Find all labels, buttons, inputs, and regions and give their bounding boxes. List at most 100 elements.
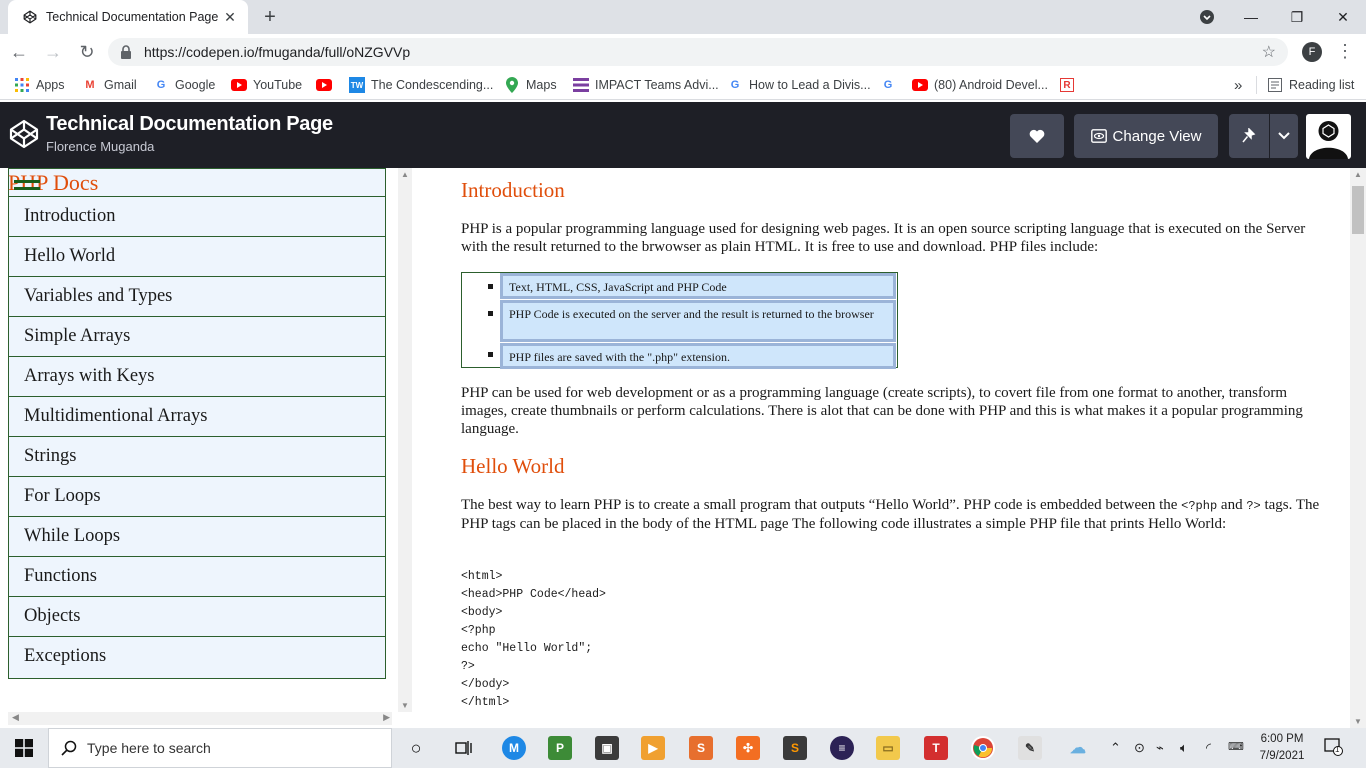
chrome-app-icon[interactable] <box>971 736 995 760</box>
bookmark-youtube[interactable]: YouTube <box>231 76 302 94</box>
new-tab-button[interactable]: + <box>258 6 282 30</box>
nav-link-hello-world[interactable]: Hello World <box>8 236 386 276</box>
volume-icon[interactable]: 🔈︎ <box>1180 740 1188 756</box>
pin-dropdown-button[interactable] <box>1270 114 1298 158</box>
omnibox[interactable]: https://codepen.io/fmuganda/full/oNZGVVp… <box>108 38 1288 66</box>
sidebar-vertical-scrollbar[interactable]: ▲ ▼ <box>398 168 412 712</box>
search-placeholder: Type here to search <box>87 740 211 756</box>
nav-link-functions[interactable]: Functions <box>8 556 386 596</box>
store-app-icon[interactable]: ▣ <box>595 736 619 760</box>
bookmark-lead-division[interactable]: G How to Lead a Divis... <box>727 76 871 94</box>
system-clock[interactable]: 6:00 PM 7/9/2021 <box>1252 731 1312 765</box>
feature-item: PHP files are saved with the ".php" exte… <box>500 343 896 369</box>
profile-avatar[interactable]: F <box>1302 42 1322 62</box>
nav-link-strings[interactable]: Strings <box>8 436 386 476</box>
chevron-down-icon <box>1278 132 1290 140</box>
tray-network-off-icon[interactable]: ⌁ <box>1156 740 1164 756</box>
reload-icon[interactable]: ↻ <box>72 37 102 67</box>
bookmark-star-icon[interactable]: ☆ <box>1262 42 1276 62</box>
scroll-left-arrow-icon[interactable]: ◀ <box>12 712 19 723</box>
codepen-favicon-icon <box>22 9 38 25</box>
bookmark-label: How to Lead a Divis... <box>749 78 871 92</box>
codepen-logo-icon[interactable] <box>8 118 40 150</box>
pycharm-app-icon[interactable]: P <box>548 736 572 760</box>
s-app-icon[interactable]: S <box>689 736 713 760</box>
change-view-button[interactable]: Change View <box>1074 114 1218 158</box>
windows-start-button[interactable] <box>0 728 48 768</box>
nav-link-objects[interactable]: Objects <box>8 596 386 636</box>
nav-list: Introduction Hello World Variables and T… <box>8 196 386 676</box>
tw-icon: TW <box>349 77 365 93</box>
paint-app-icon[interactable]: ✎ <box>1018 736 1042 760</box>
scroll-down-arrow-icon[interactable]: ▼ <box>1354 717 1362 726</box>
close-tab-icon[interactable]: ✕ <box>222 9 238 25</box>
clock-date: 7/9/2021 <box>1259 750 1305 762</box>
bookmark-apps[interactable]: Apps <box>14 76 65 94</box>
bookmark-google-2[interactable]: G <box>880 76 902 94</box>
page-vertical-scrollbar[interactable]: ▲ ▼ <box>1350 168 1366 728</box>
browser-tab[interactable]: Technical Documentation Page ✕ <box>8 0 248 34</box>
bookmark-gmail[interactable]: M Gmail <box>82 76 137 94</box>
nav-link-for-loops[interactable]: For Loops <box>8 476 386 516</box>
tray-overflow-icon[interactable]: ⌃ <box>1110 740 1121 756</box>
teams-app-icon[interactable]: M <box>502 736 526 760</box>
scroll-up-arrow-icon[interactable]: ▲ <box>401 170 409 179</box>
taskbar-search-box[interactable]: Type here to search <box>48 728 392 768</box>
pin-button[interactable] <box>1229 114 1269 158</box>
nav-link-simple-arrays[interactable]: Simple Arrays <box>8 316 386 356</box>
heart-icon <box>1029 129 1045 143</box>
scrollbar-thumb[interactable] <box>1352 186 1364 234</box>
scroll-up-arrow-icon[interactable]: ▲ <box>1354 170 1362 179</box>
scroll-right-arrow-icon[interactable]: ▶ <box>383 712 390 723</box>
bookmark-label: Maps <box>526 78 557 92</box>
reading-list-label: Reading list <box>1289 78 1355 92</box>
user-avatar[interactable] <box>1306 114 1351 159</box>
list-bullet <box>488 352 493 357</box>
chrome-menu-icon[interactable]: ⋮ <box>1336 41 1354 63</box>
file-explorer-icon[interactable]: ▭ <box>876 736 900 760</box>
nav-link-exceptions[interactable]: Exceptions <box>8 636 386 676</box>
bookmark-maps[interactable]: Maps <box>504 76 557 94</box>
scroll-down-arrow-icon[interactable]: ▼ <box>401 701 409 710</box>
cortana-icon[interactable]: ○ <box>404 736 428 760</box>
impact-icon <box>573 77 589 93</box>
xampp-app-icon[interactable]: ✣ <box>736 736 760 760</box>
nav-link-variables-and-types[interactable]: Variables and Types <box>8 276 386 316</box>
nav-link-arrays-with-keys[interactable]: Arrays with Keys <box>8 356 386 396</box>
more-bookmarks-button[interactable]: » <box>1234 76 1242 94</box>
reading-list-button[interactable]: Reading list <box>1256 76 1354 94</box>
weather-icon[interactable]: ☁ <box>1066 736 1090 760</box>
bookmark-label: Gmail <box>104 78 137 92</box>
bookmark-android-devel[interactable]: (80) Android Devel... <box>912 76 1048 94</box>
task-view-icon[interactable] <box>452 736 476 760</box>
pen-author[interactable]: Florence Muganda <box>46 139 154 154</box>
sidebar-horizontal-scrollbar[interactable]: ◀ ▶ <box>8 712 392 725</box>
notification-center-icon[interactable]: 1 <box>1324 738 1344 759</box>
tab-search-icon[interactable] <box>1184 0 1230 34</box>
code-line: <head>PHP Code</head> <box>461 588 606 601</box>
bookmark-google[interactable]: G Google <box>153 76 216 94</box>
wifi-icon[interactable]: ◜ <box>1206 740 1211 756</box>
input-method-icon[interactable]: ⌨ <box>1228 740 1244 753</box>
feature-item: PHP Code is executed on the server and t… <box>500 300 896 342</box>
nav-link-while-loops[interactable]: While Loops <box>8 516 386 556</box>
bookmark-impact[interactable]: IMPACT Teams Advi... <box>573 76 719 94</box>
nav-link-introduction[interactable]: Introduction <box>8 196 386 236</box>
sublime-app-icon[interactable]: S <box>783 736 807 760</box>
bookmark-youtube-2[interactable] <box>316 76 338 94</box>
media-app-icon[interactable]: ▶ <box>641 736 665 760</box>
restore-button[interactable]: ❐ <box>1274 0 1320 34</box>
lock-icon <box>121 45 131 59</box>
minimize-button[interactable]: — <box>1228 0 1274 34</box>
forward-icon[interactable]: → <box>38 37 68 67</box>
eclipse-app-icon[interactable]: ≡ <box>830 736 854 760</box>
features-list: Text, HTML, CSS, JavaScript and PHP Code… <box>461 272 898 369</box>
bookmark-r[interactable]: R <box>1060 76 1080 94</box>
tray-device-icon[interactable]: ⊙ <box>1134 740 1145 756</box>
love-button[interactable] <box>1010 114 1064 158</box>
t-app-icon[interactable]: T <box>924 736 948 760</box>
nav-link-multidimentional-arrays[interactable]: Multidimentional Arrays <box>8 396 386 436</box>
back-icon[interactable]: ← <box>4 37 34 67</box>
bookmark-condescending[interactable]: TW The Condescending... <box>349 76 493 94</box>
close-window-button[interactable]: ✕ <box>1320 0 1366 34</box>
